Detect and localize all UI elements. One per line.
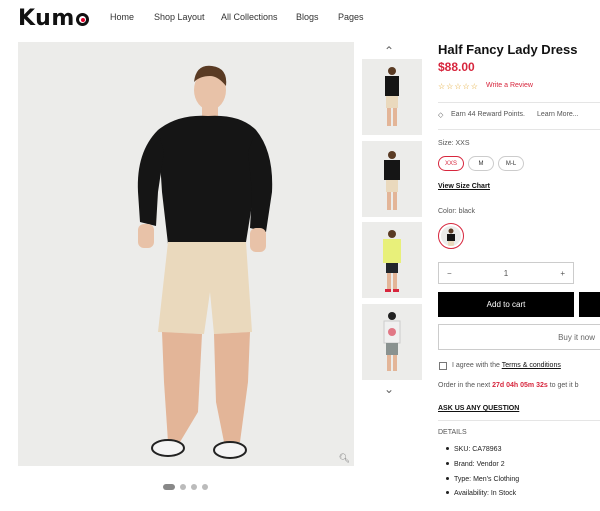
- size-option-xxs[interactable]: XXS: [438, 156, 464, 171]
- thumbnail-3[interactable]: [362, 222, 422, 298]
- color-label: Color: black: [438, 208, 475, 215]
- divider: [438, 420, 600, 421]
- view-size-chart-link[interactable]: View Size Chart: [438, 183, 490, 190]
- detail-availability-text: Availability: In Stock: [454, 490, 517, 497]
- divider: [438, 102, 600, 103]
- order-countdown: Order in the next 27d 04h 05m 32s to get…: [438, 382, 579, 389]
- learn-more-link[interactable]: Learn More...: [537, 111, 579, 118]
- carousel-dot[interactable]: [180, 484, 186, 490]
- ask-question-link[interactable]: ASK US ANY QUESTION: [438, 405, 519, 412]
- diamond-icon: ◇: [438, 112, 444, 119]
- carousel-dot[interactable]: [202, 484, 208, 490]
- terms-link[interactable]: Terms & conditions: [502, 362, 561, 369]
- main-product-image[interactable]: 🔍︎: [18, 42, 354, 466]
- thumbnail-2[interactable]: [362, 141, 422, 217]
- model-back-view-image: [137, 65, 273, 459]
- agree-text: I agree with the Terms & conditions: [452, 362, 561, 369]
- detail-sku-text: SKU: CA78963: [454, 446, 502, 453]
- reward-points-text: Earn 44 Reward Points.: [451, 111, 525, 118]
- nav-pages[interactable]: Pages: [338, 12, 364, 22]
- logo[interactable]: Kum: [18, 6, 89, 31]
- divider: [438, 129, 600, 130]
- chevron-down-icon[interactable]: ⌄: [384, 382, 394, 396]
- terms-checkbox[interactable]: [439, 362, 447, 370]
- carousel-dot[interactable]: [191, 484, 197, 490]
- wishlist-button[interactable]: [579, 292, 600, 317]
- nav-blogs[interactable]: Blogs: [296, 12, 319, 22]
- carousel-dot[interactable]: [163, 484, 175, 490]
- order-prefix: Order in the next: [438, 382, 491, 389]
- size-option-m[interactable]: M: [468, 156, 494, 171]
- write-review-link[interactable]: Write a Review: [486, 82, 533, 89]
- detail-type: Type: Men's Clothing: [446, 476, 519, 483]
- detail-sku: SKU: CA78963: [446, 446, 501, 453]
- color-swatch-black[interactable]: [438, 223, 464, 249]
- detail-availability: Availability: In Stock: [446, 490, 516, 497]
- details-heading: DETAILS: [438, 429, 467, 436]
- zoom-icon[interactable]: 🔍︎: [339, 453, 350, 464]
- nav-home[interactable]: Home: [110, 12, 134, 22]
- product-price: $88.00: [438, 60, 475, 74]
- countdown-timer: 27d 04h 05m 32s: [492, 382, 548, 389]
- qty-minus-button[interactable]: −: [447, 269, 452, 278]
- qty-value[interactable]: 1: [504, 269, 508, 278]
- logo-text: Kum: [18, 6, 75, 31]
- size-label: Size: XXS: [438, 140, 470, 147]
- detail-brand-text: Brand: Vendor 2: [454, 461, 505, 468]
- logo-mark-icon: [75, 13, 89, 26]
- detail-type-text: Type: Men's Clothing: [454, 476, 520, 483]
- thumbnail-4[interactable]: [362, 304, 422, 380]
- size-option-m-l[interactable]: M-L: [498, 156, 524, 171]
- quantity-stepper[interactable]: − 1 +: [438, 262, 574, 284]
- order-suffix: to get it b: [549, 382, 579, 389]
- qty-plus-button[interactable]: +: [560, 269, 565, 278]
- detail-brand: Brand: Vendor 2: [446, 461, 505, 468]
- product-title: Half Fancy Lady Dress: [438, 42, 578, 57]
- buy-it-now-button[interactable]: Buy it now: [438, 324, 600, 350]
- add-to-cart-button[interactable]: Add to cart: [438, 292, 574, 317]
- nav-shop-layout[interactable]: Shop Layout: [154, 12, 205, 22]
- chevron-up-icon[interactable]: ⌃: [384, 44, 394, 58]
- thumbnail-1[interactable]: [362, 59, 422, 135]
- carousel-dots: [163, 484, 208, 490]
- agree-prefix: I agree with the: [452, 362, 500, 369]
- nav-all-collections[interactable]: All Collections: [221, 12, 278, 22]
- rating-stars: ☆☆☆☆☆: [438, 82, 479, 91]
